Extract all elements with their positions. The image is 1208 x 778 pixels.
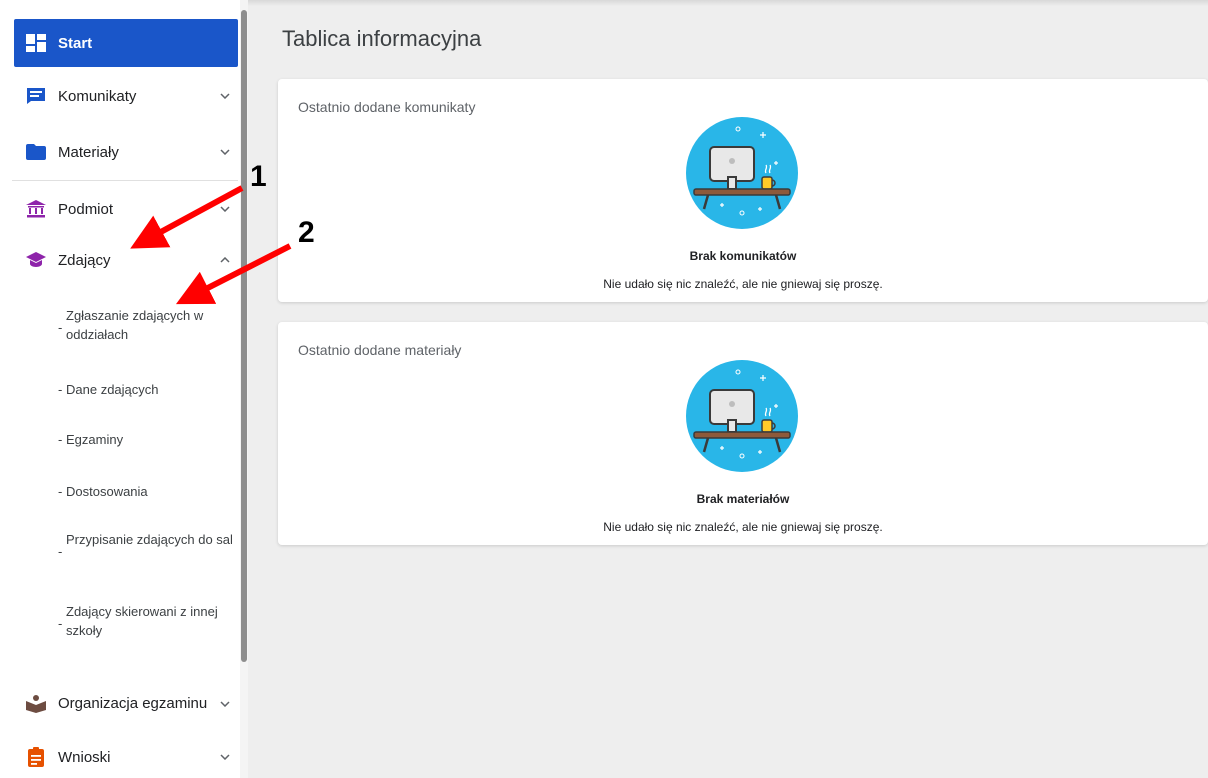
sidebar-subitem-egzaminy[interactable]: - Egzaminy xyxy=(58,430,233,449)
message-icon xyxy=(26,86,46,106)
sidebar-item-komunikaty[interactable]: Komunikaty xyxy=(14,76,238,116)
chevron-down-icon xyxy=(218,701,232,707)
sidebar-item-materialy[interactable]: Materiały xyxy=(14,132,238,172)
empty-state-description: Nie udało się nic znaleźć, ale nie gniew… xyxy=(603,520,883,534)
chevron-up-icon xyxy=(218,257,232,263)
empty-state-title: Brak komunikatów xyxy=(689,249,797,263)
annotation-number-2: 2 xyxy=(298,216,315,249)
annotation-number-1: 1 xyxy=(250,160,267,193)
card-recent-materials: Ostatnio dodane materiały Brak materiałó… xyxy=(278,322,1208,545)
graduation-cap-icon xyxy=(26,250,46,270)
sidebar-item-zdajacy[interactable]: Zdający xyxy=(14,240,238,280)
sidebar-item-organizacja[interactable]: Organizacja egzaminu xyxy=(14,681,238,727)
top-bar-shadow xyxy=(248,0,1208,6)
dashboard-icon xyxy=(26,33,46,53)
sidebar-item-label: Zdający xyxy=(58,251,111,269)
organization-icon xyxy=(26,694,46,714)
sidebar-item-podmiot[interactable]: Podmiot xyxy=(14,189,238,229)
sidebar-subitem-dane[interactable]: - Dane zdających xyxy=(58,380,233,399)
empty-desk-illustration-icon xyxy=(686,117,798,229)
sidebar-item-wnioski[interactable]: Wnioski xyxy=(14,737,238,777)
sidebar-subitem-label: Dostosowania xyxy=(66,484,148,499)
sidebar-divider xyxy=(12,180,238,181)
sidebar-item-label: Start xyxy=(58,34,93,52)
sidebar-item-start[interactable]: Start xyxy=(14,19,238,67)
sidebar-subitem-zglaszanie[interactable]: - Zgłaszanie zdających w oddziałach xyxy=(58,306,233,344)
chevron-down-icon xyxy=(218,754,232,760)
sidebar-item-label: Wnioski xyxy=(58,748,111,766)
page-title: Tablica informacyjna xyxy=(282,26,482,51)
sidebar-subitem-dostosowania[interactable]: - Dostosowania xyxy=(58,482,233,501)
sidebar-item-label: Podmiot xyxy=(58,200,114,218)
sidebar-subitem-label: Przypisanie zdających do sal xyxy=(66,532,233,547)
sidebar-scrollbar-thumb[interactable] xyxy=(241,10,247,662)
chevron-down-icon xyxy=(218,149,232,155)
sidebar-subitem-skierowani[interactable]: - Zdający skierowani z innej szkoły xyxy=(58,602,233,640)
folder-icon xyxy=(26,142,46,162)
sidebar-item-label: Materiały xyxy=(58,143,119,161)
institution-icon xyxy=(26,199,46,219)
sidebar-subitem-label: Zgłaszanie zdających w oddziałach xyxy=(66,308,204,342)
card-recent-messages: Ostatnio dodane komunikaty Brak komunika… xyxy=(278,79,1208,302)
empty-state-description: Nie udało się nic znaleźć, ale nie gniew… xyxy=(603,277,883,291)
sidebar-subitem-przypisanie[interactable]: - Przypisanie zdających do sal xyxy=(58,530,233,561)
clipboard-icon xyxy=(26,747,46,767)
chevron-down-icon xyxy=(218,206,232,212)
sidebar-item-label: Komunikaty xyxy=(58,87,137,105)
card-title: Ostatnio dodane komunikaty xyxy=(298,99,476,115)
sidebar-subitem-label: Dane zdających xyxy=(66,382,159,397)
empty-desk-illustration-icon xyxy=(686,360,798,472)
sidebar-subitem-label: Egzaminy xyxy=(66,432,124,447)
sidebar-item-label: Organizacja egzaminu xyxy=(58,695,208,712)
sidebar: Start Komunikaty Materiały Podmiot Zdają… xyxy=(0,0,240,778)
card-title: Ostatnio dodane materiały xyxy=(298,342,462,358)
empty-state-title: Brak materiałów xyxy=(696,492,790,506)
chevron-down-icon xyxy=(218,93,232,99)
sidebar-subitem-label: Zdający skierowani z innej szkoły xyxy=(66,604,218,638)
